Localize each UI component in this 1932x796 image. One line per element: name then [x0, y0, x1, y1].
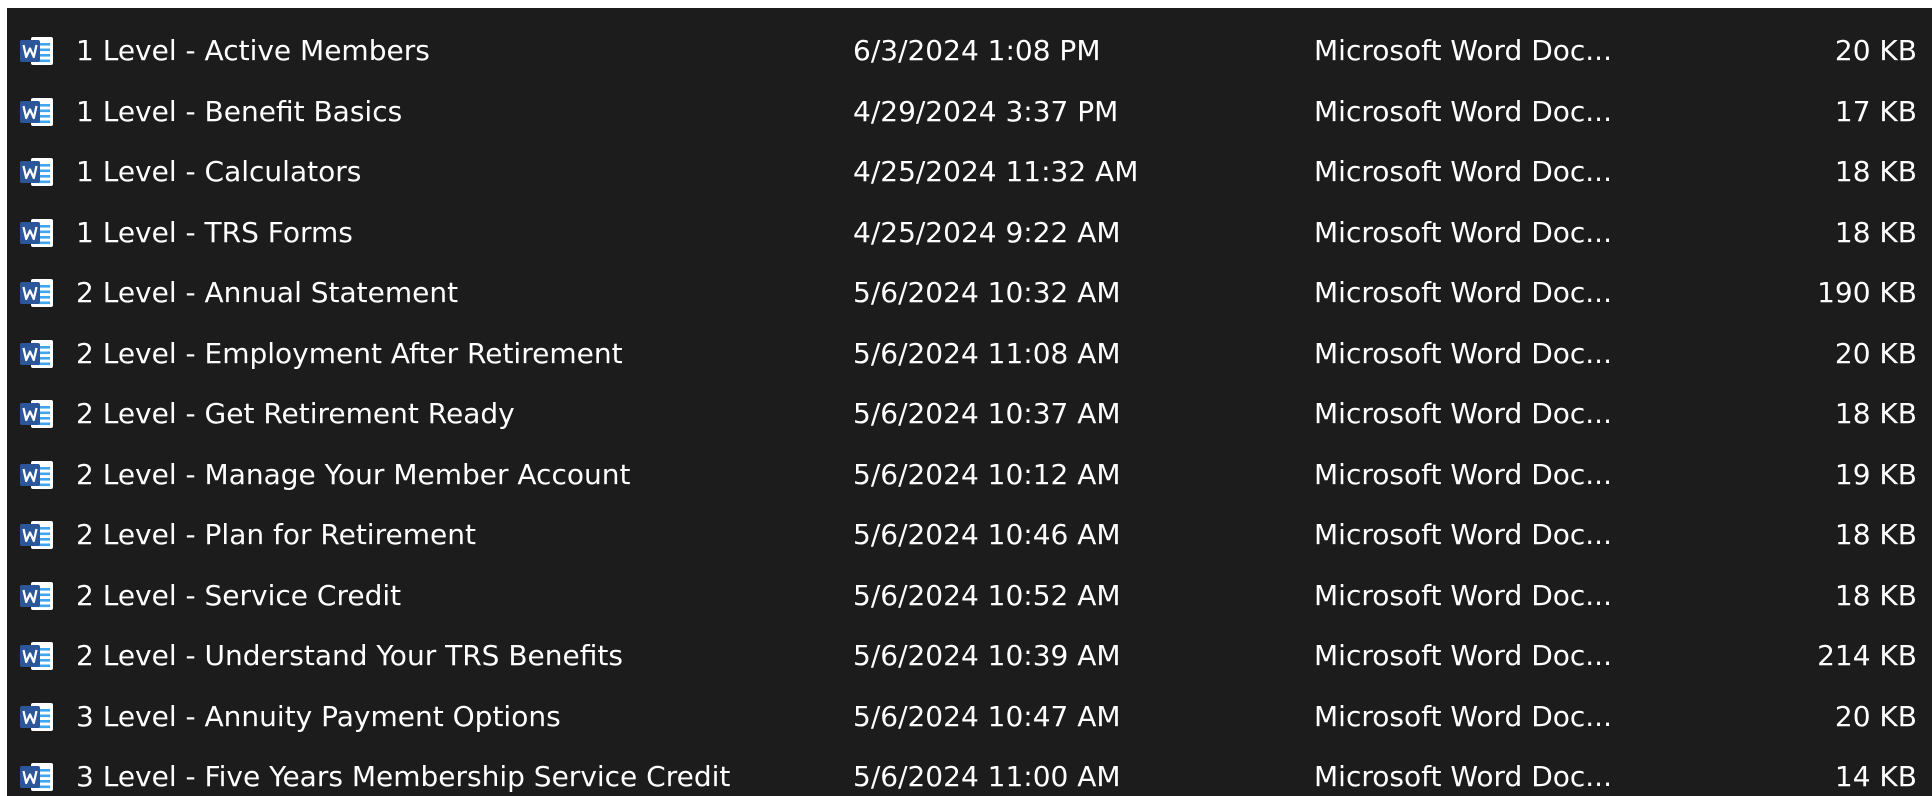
- date-modified: 5/6/2024 11:00 AM: [853, 760, 1121, 793]
- file-name[interactable]: 1 Level - TRS Forms: [76, 203, 816, 263]
- word-document-icon-cell: [20, 142, 56, 202]
- word-document-icon: [20, 581, 54, 611]
- file-type: Microsoft Word Doc...: [1314, 155, 1612, 188]
- file-size: 14 KB: [1834, 760, 1917, 793]
- file-row[interactable]: 2 Level - Service Credit 5/6/2024 10:52 A…: [7, 566, 1932, 626]
- file-size: 214 KB: [1817, 639, 1917, 672]
- date-modified: 5/6/2024 11:08 AM: [853, 336, 1121, 370]
- file-name[interactable]: 2 Level - Annual Statement: [76, 263, 816, 323]
- file-type: Microsoft Word Doc...: [1314, 336, 1612, 370]
- word-document-icon: [20, 641, 54, 671]
- file-type: Microsoft Word Doc...: [1314, 276, 1612, 309]
- word-document-icon: [20, 762, 54, 792]
- file-size: 18 KB: [1834, 215, 1917, 249]
- file-row[interactable]: 1 Level - TRS Forms 4/25/2024 9:22 AM Micr…: [7, 203, 1932, 263]
- file-name[interactable]: 3 Level - Five Years Membership Service …: [76, 747, 816, 796]
- file-type: Microsoft Word Doc...: [1314, 34, 1612, 67]
- file-size: 18 KB: [1834, 397, 1917, 430]
- word-document-icon-cell: [20, 384, 56, 444]
- file-type: Microsoft Word Doc...: [1314, 215, 1612, 249]
- file-name[interactable]: 2 Level - Understand Your TRS Benefits: [76, 626, 816, 686]
- word-document-icon-cell: [20, 566, 56, 626]
- file-type: Microsoft Word Doc...: [1314, 578, 1612, 612]
- file-row[interactable]: 2 Level - Understand Your TRS Benefits 5/…: [7, 626, 1932, 686]
- word-document-icon-cell: [20, 324, 56, 384]
- word-document-icon-cell: [20, 505, 56, 565]
- word-document-icon-cell: [20, 21, 56, 81]
- file-size: 19 KB: [1834, 457, 1917, 491]
- file-type: Microsoft Word Doc...: [1314, 699, 1612, 733]
- word-document-icon: [20, 520, 54, 550]
- word-document-icon: [20, 36, 54, 66]
- word-document-icon-cell: [20, 203, 56, 263]
- file-size: 20 KB: [1834, 699, 1917, 733]
- file-type: Microsoft Word Doc...: [1314, 94, 1612, 128]
- file-row[interactable]: 2 Level - Employment After Retirement 5/6…: [7, 324, 1932, 384]
- word-document-icon: [20, 97, 54, 127]
- file-list: 1 Level - Active Members 6/3/2024 1:08 PM…: [7, 8, 1932, 796]
- file-type: Microsoft Word Doc...: [1314, 518, 1612, 551]
- word-document-icon: [20, 460, 54, 490]
- file-row[interactable]: 1 Level - Calculators 4/25/2024 11:32 AM M…: [7, 142, 1932, 202]
- date-modified: 5/6/2024 10:52 AM: [853, 578, 1121, 612]
- file-size: 18 KB: [1834, 155, 1917, 188]
- date-modified: 5/6/2024 10:37 AM: [853, 397, 1121, 430]
- file-name[interactable]: 2 Level - Plan for Retirement: [76, 505, 816, 565]
- file-name[interactable]: 1 Level - Calculators: [76, 142, 816, 202]
- file-size: 18 KB: [1834, 518, 1917, 551]
- word-document-icon: [20, 218, 54, 248]
- date-modified: 4/29/2024 3:37 PM: [853, 94, 1119, 128]
- file-row[interactable]: 3 Level - Annuity Payment Options 5/6/202…: [7, 687, 1932, 747]
- file-row[interactable]: 3 Level - Five Years Membership Service …: [7, 747, 1932, 796]
- file-size: 18 KB: [1834, 578, 1917, 612]
- file-size: 190 KB: [1817, 276, 1917, 309]
- file-row[interactable]: 2 Level - Manage Your Member Account 5/6/…: [7, 445, 1932, 505]
- file-row[interactable]: 2 Level - Annual Statement 5/6/2024 10:32…: [7, 263, 1932, 323]
- date-modified: 4/25/2024 9:22 AM: [853, 215, 1121, 249]
- file-size: 17 KB: [1834, 94, 1917, 128]
- file-name[interactable]: 2 Level - Get Retirement Ready: [76, 384, 816, 444]
- word-document-icon-cell: [20, 263, 56, 323]
- word-document-icon-cell: [20, 747, 56, 796]
- file-type: Microsoft Word Doc...: [1314, 639, 1612, 672]
- date-modified: 5/6/2024 10:32 AM: [853, 276, 1121, 309]
- file-type: Microsoft Word Doc...: [1314, 760, 1612, 793]
- file-row[interactable]: 1 Level - Active Members 6/3/2024 1:08 PM…: [7, 21, 1932, 81]
- file-name[interactable]: 2 Level - Employment After Retirement: [76, 324, 816, 384]
- file-row[interactable]: 2 Level - Get Retirement Ready 5/6/2024 1…: [7, 384, 1932, 444]
- file-name[interactable]: 2 Level - Manage Your Member Account: [76, 445, 816, 505]
- file-name[interactable]: 2 Level - Service Credit: [76, 566, 816, 626]
- file-size: 20 KB: [1834, 336, 1917, 370]
- date-modified: 4/25/2024 11:32 AM: [853, 155, 1139, 188]
- file-name[interactable]: 3 Level - Annuity Payment Options: [76, 687, 816, 747]
- date-modified: 5/6/2024 10:39 AM: [853, 639, 1121, 672]
- word-document-icon: [20, 278, 54, 308]
- file-type: Microsoft Word Doc...: [1314, 457, 1612, 491]
- file-size: 20 KB: [1834, 34, 1917, 67]
- file-explorer-window: 1 Level - Active Members 6/3/2024 1:08 PM…: [0, 0, 1932, 796]
- file-name[interactable]: 1 Level - Active Members: [76, 21, 816, 81]
- word-document-icon: [20, 399, 54, 429]
- word-document-icon-cell: [20, 626, 56, 686]
- date-modified: 5/6/2024 10:47 AM: [853, 699, 1121, 733]
- word-document-icon: [20, 339, 54, 369]
- word-document-icon-cell: [20, 687, 56, 747]
- word-document-icon-cell: [20, 82, 56, 142]
- date-modified: 6/3/2024 1:08 PM: [853, 34, 1101, 67]
- date-modified: 5/6/2024 10:12 AM: [853, 457, 1121, 491]
- file-type: Microsoft Word Doc...: [1314, 397, 1612, 430]
- file-row[interactable]: 1 Level - Benefit Basics 4/29/2024 3:37 P…: [7, 82, 1932, 142]
- word-document-icon: [20, 157, 54, 187]
- word-document-icon: [20, 702, 54, 732]
- date-modified: 5/6/2024 10:46 AM: [853, 518, 1121, 551]
- file-row[interactable]: 2 Level - Plan for Retirement 5/6/2024 10…: [7, 505, 1932, 565]
- word-document-icon-cell: [20, 445, 56, 505]
- file-name[interactable]: 1 Level - Benefit Basics: [76, 82, 816, 142]
